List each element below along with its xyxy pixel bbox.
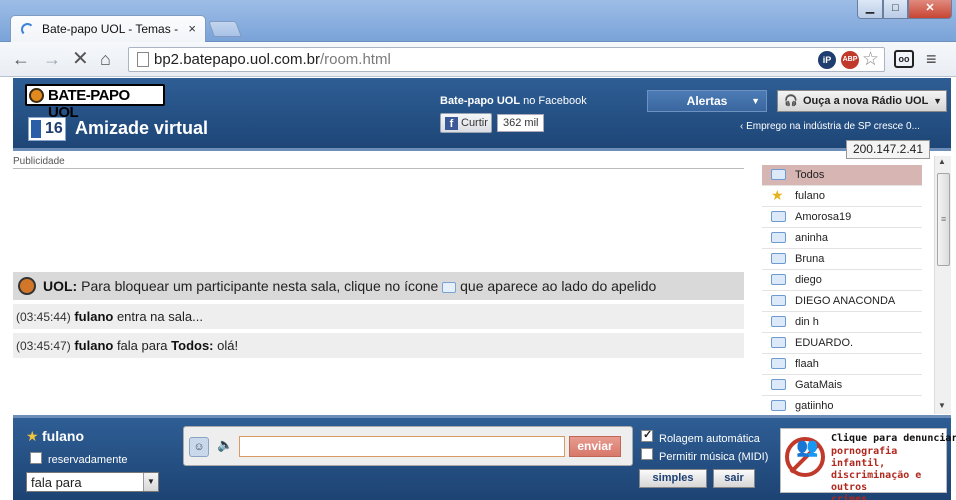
uol-badge-icon [18, 277, 36, 295]
system-message: UOL: Para bloquear um participante nesta… [13, 272, 744, 300]
speech-bubble-icon[interactable] [771, 211, 786, 222]
menu-icon[interactable]: ≡ [926, 49, 937, 70]
scroll-down-icon[interactable]: ▼ [938, 401, 946, 410]
scroll-thumb[interactable]: ≡ [937, 173, 950, 266]
grip-icon: ≡ [941, 214, 947, 224]
facebook-like-count: 362 mil [497, 114, 545, 132]
message-input[interactable] [239, 436, 565, 457]
chat-header: BATE-PAPO UOL 16 Amizade virtual Bate-pa… [13, 78, 951, 151]
user-row-all[interactable]: Todos [762, 165, 922, 186]
browser-tab[interactable]: Bate-papo UOL - Temas - × [10, 15, 206, 43]
exit-button[interactable]: sair [713, 469, 755, 488]
facebook-like-button[interactable]: f Curtir [440, 113, 492, 133]
radio-dropdown[interactable]: 🎧 Ouça a nova Rádio UOL ▼ [777, 90, 947, 112]
user-list-scrollbar[interactable]: ▲ ≡ ▼ [934, 156, 951, 414]
scroll-up-icon[interactable]: ▲ [938, 157, 946, 166]
chevron-down-icon: ▼ [933, 96, 942, 106]
user-list: Todos ★ fulano Amorosa19 aninha Bruna di… [762, 165, 922, 415]
home-icon[interactable]: ⌂ [100, 49, 111, 69]
chevron-down-icon: ▼ [143, 473, 158, 491]
browser-toolbar: ← → ✕ ⌂ bp2.batepapo.uol.com.br/room.htm… [0, 42, 956, 77]
speech-bubble-icon [442, 281, 457, 293]
simple-mode-button[interactable]: simples [639, 469, 707, 488]
speech-bubble-icon[interactable] [771, 232, 786, 243]
page-icon [137, 52, 149, 67]
chat-message: (03:45:44) fulano entra na sala... [13, 304, 744, 329]
uol-logo-icon [29, 88, 44, 103]
bookmark-star-icon[interactable]: ☆ [862, 48, 879, 71]
speech-bubble-icon[interactable] [771, 295, 786, 306]
user-row[interactable]: GataMais [762, 375, 922, 396]
incognito-mask-icon[interactable]: oo [894, 50, 914, 68]
room-number-badge: 16 [28, 117, 66, 141]
chat-message: (03:45:47) fulano fala para Todos: olá! [13, 333, 744, 358]
tab-close-icon[interactable]: × [188, 21, 196, 36]
user-row[interactable]: EDUARDO. [762, 333, 922, 354]
loading-spinner-icon [21, 23, 34, 36]
ip-extension-icon[interactable]: iP [818, 51, 836, 69]
stop-icon[interactable]: ✕ [72, 49, 89, 69]
door-icon [31, 120, 41, 138]
ip-address: 200.147.2.41 [846, 140, 930, 159]
headphones-icon: 🎧 [784, 95, 798, 107]
speech-bubble-icon[interactable] [771, 379, 786, 390]
speaker-icon[interactable]: 🔈 [217, 437, 233, 453]
user-row[interactable]: aninha [762, 228, 922, 249]
uol-logo[interactable]: BATE-PAPO UOL [25, 84, 165, 121]
user-row[interactable]: ★ fulano [762, 186, 922, 207]
speak-to-select[interactable]: fala para ▼ [26, 472, 159, 492]
news-ticker[interactable]: ‹ Emprego na indústria de SP cresce 0... [740, 121, 920, 132]
current-user-name: fulano [42, 428, 84, 444]
browser-titlebar: Bate-papo UOL - Temas - × ▁ □ ✕ [0, 0, 956, 43]
user-row[interactable]: gatiinho [762, 396, 922, 415]
address-bar[interactable]: bp2.batepapo.uol.com.br/room.html iP ABP… [128, 47, 885, 72]
adblock-extension-icon[interactable]: ABP [841, 51, 859, 69]
alerts-dropdown[interactable]: Alertas ▼ [647, 90, 767, 112]
user-row[interactable]: din h [762, 312, 922, 333]
forward-arrow-icon[interactable]: → [43, 49, 61, 69]
speech-bubble-icon[interactable] [771, 316, 786, 327]
speech-bubble-icon[interactable] [771, 337, 786, 348]
ad-divider [13, 168, 744, 169]
reserved-checkbox[interactable] [30, 452, 42, 464]
auto-scroll-label: Rolagem automática [659, 433, 760, 445]
allow-music-label: Permitir música (MIDI) [659, 451, 769, 463]
room-title: Amizade virtual [75, 118, 209, 138]
new-tab-button[interactable] [208, 21, 242, 37]
window-minimize-button[interactable]: ▁ [857, 0, 883, 19]
emoticon-icon[interactable]: ☺ [189, 437, 209, 457]
message-composer: ☺ 🔈 enviar [183, 426, 633, 466]
window-maximize-button[interactable]: □ [883, 0, 908, 19]
allow-music-checkbox[interactable] [641, 448, 653, 460]
facebook-label[interactable]: Bate-papo UOL no Facebook [440, 95, 587, 107]
send-button[interactable]: enviar [569, 436, 621, 457]
facebook-icon: f [445, 117, 458, 130]
user-row[interactable]: Bruna [762, 249, 922, 270]
chevron-down-icon: ▼ [751, 96, 760, 106]
reserved-label: reservadamente [48, 454, 128, 466]
url-text[interactable]: bp2.batepapo.uol.com.br/room.html [154, 51, 391, 68]
back-arrow-icon[interactable]: ← [12, 49, 30, 69]
star-icon: ★ [771, 187, 784, 203]
user-row[interactable]: diego [762, 270, 922, 291]
report-crime-banner[interactable]: 👥 Clique para denunciar pornografia infa… [780, 428, 956, 500]
ad-label: Publicidade [13, 156, 65, 167]
people-icon: 👥 [796, 437, 819, 457]
window-close-button[interactable]: ✕ [908, 0, 952, 19]
speech-bubble-icon[interactable] [771, 253, 786, 264]
star-icon: ★ [26, 428, 39, 444]
speech-bubble-icon[interactable] [771, 274, 786, 285]
group-icon [771, 169, 786, 180]
user-row[interactable]: DIEGO ANACONDA [762, 291, 922, 312]
chat-input-bar: ★ fulano reservadamente fala para ▼ ☺ 🔈 … [13, 415, 956, 500]
page: BATE-PAPO UOL 16 Amizade virtual Bate-pa… [0, 78, 956, 500]
user-row[interactable]: Amorosa19 [762, 207, 922, 228]
speech-bubble-icon[interactable] [771, 400, 786, 411]
tab-title: Bate-papo UOL - Temas - [42, 22, 179, 36]
user-row[interactable]: flaah [762, 354, 922, 375]
speech-bubble-icon[interactable] [771, 358, 786, 369]
auto-scroll-checkbox[interactable] [641, 428, 653, 442]
